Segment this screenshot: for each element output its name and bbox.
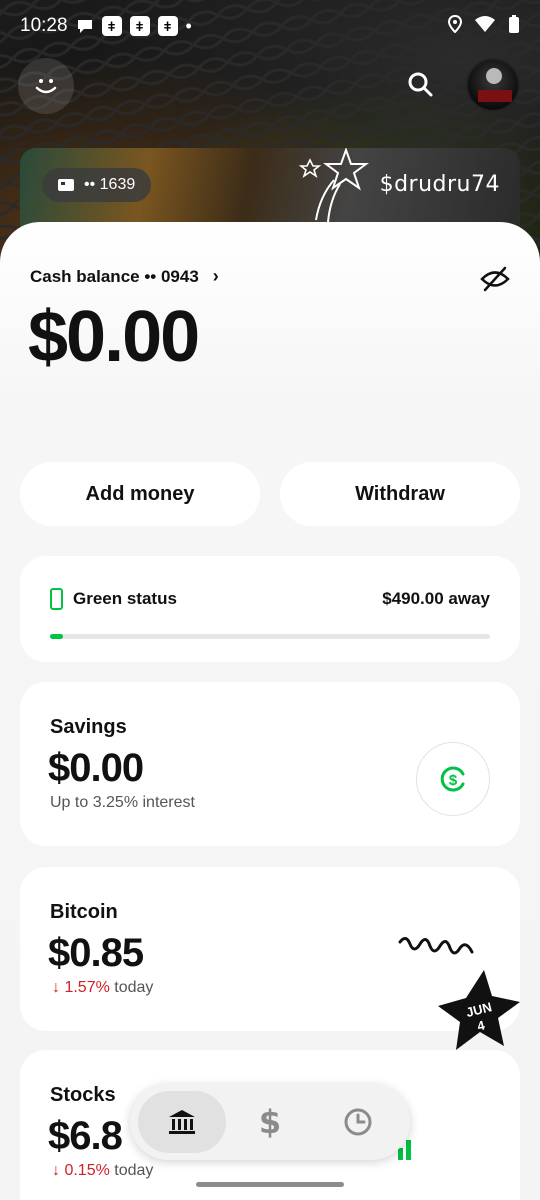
- chevron-right-icon: ›: [212, 266, 219, 286]
- search-button[interactable]: [400, 64, 440, 104]
- shooting-star-icon: [298, 148, 369, 223]
- cash-balance-amount: $0.00: [28, 297, 200, 377]
- bitcoin-change: ↓ 1.57% today: [52, 979, 153, 997]
- green-status-away: $490.00 away: [382, 589, 490, 608]
- card-number-chip: •• 1639: [42, 168, 152, 202]
- app-notification-icon: ǂ: [129, 16, 150, 36]
- nav-money[interactable]: $: [226, 1091, 314, 1153]
- location-icon: [447, 14, 463, 38]
- savings-subtitle: Up to 3.25% interest: [50, 794, 195, 811]
- stocks-amount: $6.8: [48, 1114, 123, 1158]
- progress-fill: [50, 634, 64, 639]
- squiggle-line: [398, 937, 474, 955]
- nav-activity[interactable]: [314, 1091, 402, 1153]
- cash-balance-link[interactable]: Cash balance •• 0943 ›: [30, 266, 219, 287]
- profile-avatar[interactable]: [466, 58, 520, 112]
- add-money-button[interactable]: Add money: [20, 462, 260, 526]
- menu-button[interactable]: [18, 58, 74, 114]
- date-sticker[interactable]: JUN 4: [396, 932, 526, 1072]
- bank-icon: [169, 1110, 195, 1134]
- hide-balance-button[interactable]: [478, 262, 512, 296]
- green-status-progress: [50, 634, 490, 639]
- eye-off-icon: [480, 266, 510, 292]
- activity-clock-icon: [344, 1108, 372, 1136]
- bitcoin-change-suffix: today: [114, 979, 154, 996]
- avatar-graphic: [478, 90, 512, 102]
- arrow-down-icon: ↓: [52, 979, 60, 996]
- more-notifications-dot: •: [185, 15, 192, 36]
- stocks-change-pct: 0.15%: [64, 1162, 110, 1179]
- wifi-icon: [474, 15, 496, 38]
- green-status-label: Green status: [73, 589, 177, 608]
- stocks-change: ↓ 0.15% today: [52, 1162, 153, 1180]
- status-time: 10:28: [20, 15, 68, 36]
- savings-title: Savings: [50, 716, 127, 738]
- cashtag: $drudru74: [379, 172, 500, 197]
- bitcoin-amount: $0.85: [48, 931, 144, 975]
- app-notification-icon: ǂ: [157, 16, 178, 36]
- smiley-icon: [35, 79, 57, 94]
- status-bar: 10:28 ǂ ǂ ǂ •: [0, 0, 540, 52]
- bitcoin-title: Bitcoin: [50, 901, 118, 923]
- bitcoin-change-pct: 1.57%: [64, 979, 110, 996]
- savings-card[interactable]: Savings $0.00 Up to 3.25% interest $: [20, 682, 520, 846]
- avatar-graphic: [486, 68, 502, 84]
- phone-icon: [50, 588, 63, 610]
- dollar-circle-icon: $: [440, 766, 465, 792]
- card-number: •• 1639: [84, 176, 136, 193]
- dollar-icon: $: [258, 1103, 282, 1141]
- search-icon: [408, 72, 433, 97]
- chat-bubble-icon: [76, 18, 94, 34]
- cash-balance-label: Cash balance •• 0943: [30, 266, 199, 286]
- svg-text:$: $: [449, 772, 458, 789]
- withdraw-button[interactable]: Withdraw: [280, 462, 520, 526]
- home-indicator[interactable]: [196, 1182, 344, 1187]
- battery-icon: [508, 14, 520, 39]
- stocks-change-suffix: today: [114, 1162, 154, 1179]
- bottom-navigation: $: [130, 1084, 410, 1160]
- nav-banking[interactable]: [138, 1091, 226, 1153]
- stocks-title: Stocks: [50, 1084, 116, 1106]
- savings-amount: $0.00: [48, 746, 144, 790]
- green-status-card[interactable]: Green status $490.00 away: [20, 556, 520, 662]
- arrow-down-icon: ↓: [52, 1162, 60, 1179]
- card-icon: [58, 179, 74, 191]
- savings-dollar-button[interactable]: $: [416, 742, 490, 816]
- app-notification-icon: ǂ: [101, 16, 122, 36]
